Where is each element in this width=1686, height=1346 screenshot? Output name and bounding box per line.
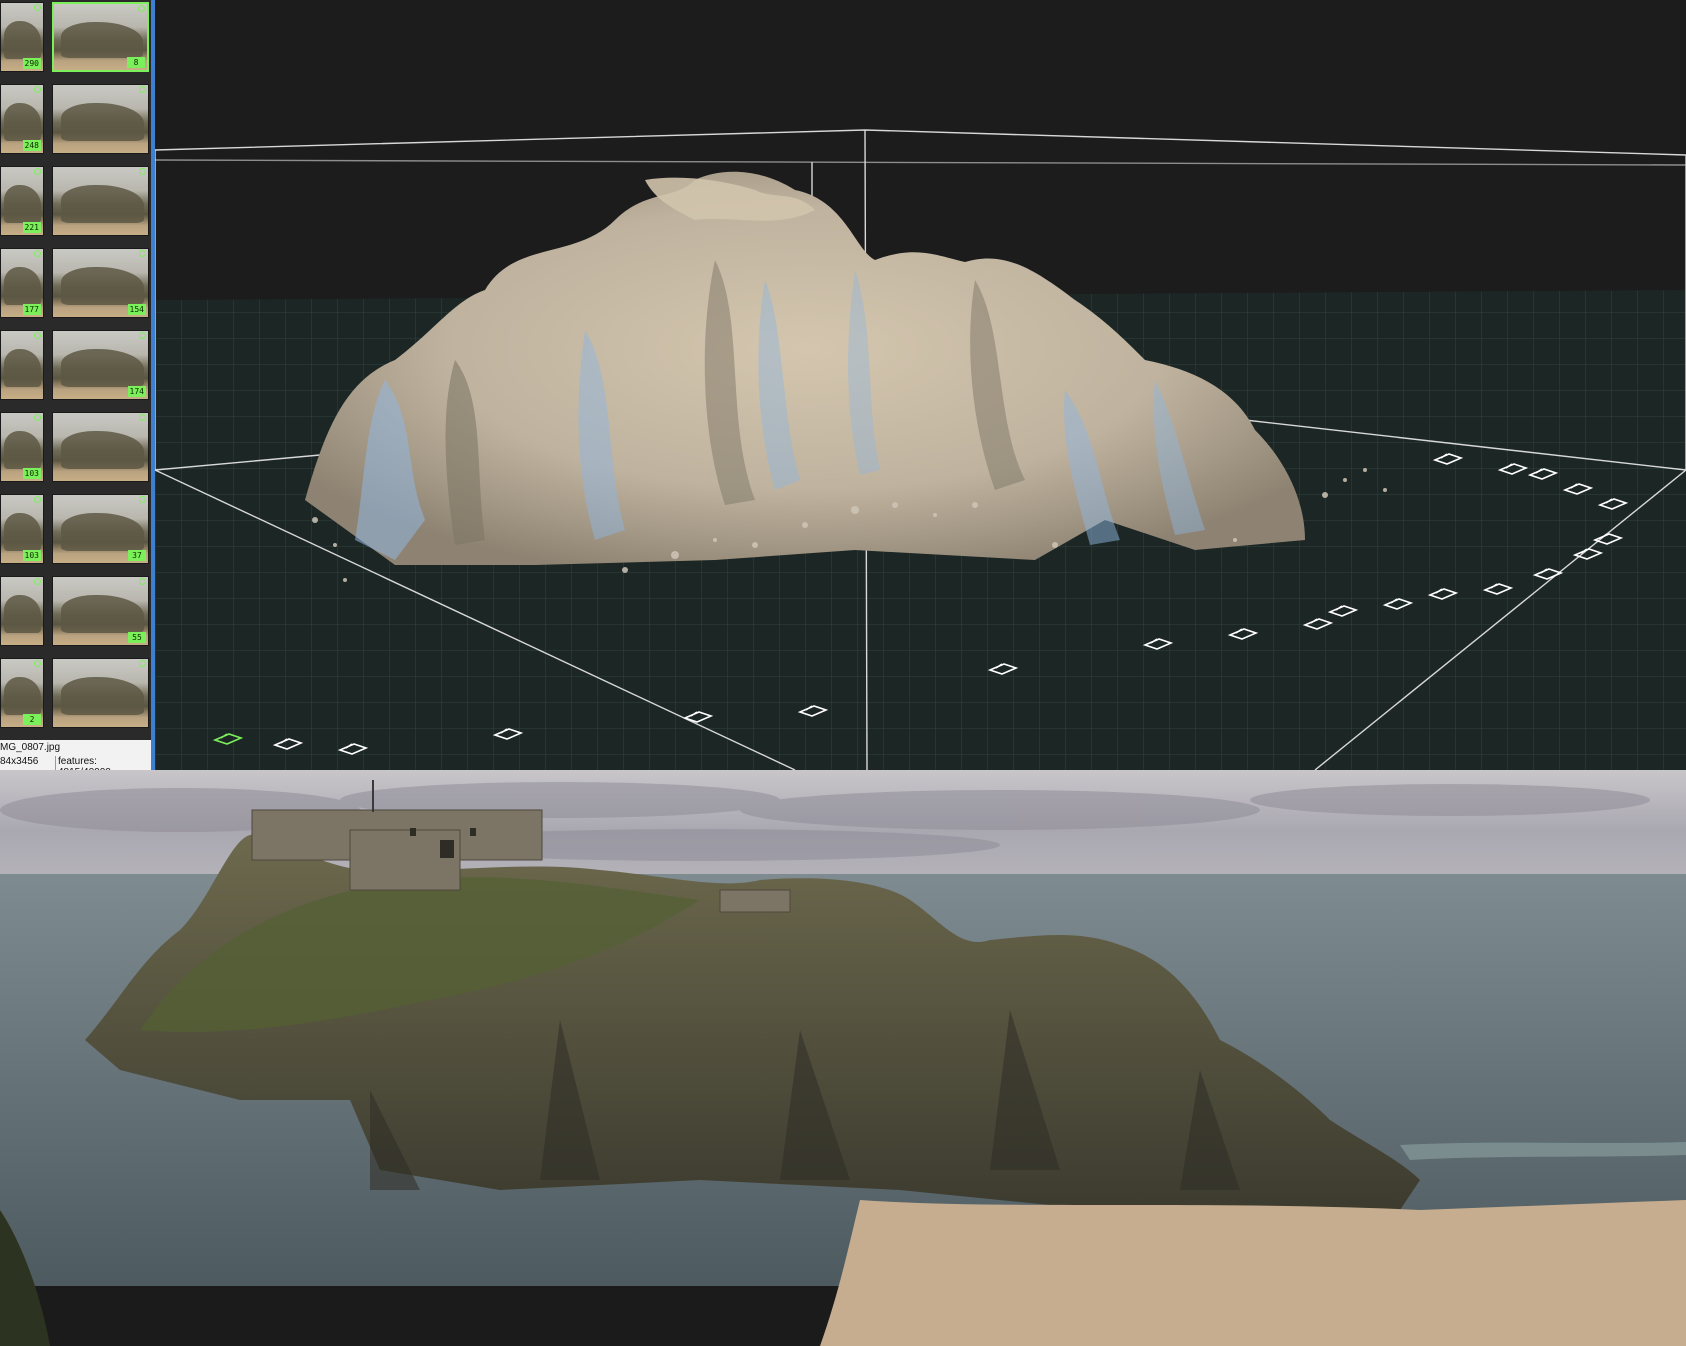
filmstrip-row: 221	[0, 166, 151, 240]
enabled-check-icon[interactable]	[34, 660, 41, 667]
enabled-check-icon[interactable]	[34, 168, 41, 175]
thumbnail-image	[60, 677, 145, 715]
match-count-badge: 103	[22, 468, 41, 479]
thumbnail-image	[60, 595, 145, 633]
filmstrip-row: 103 37	[0, 494, 151, 568]
enabled-check-icon[interactable]	[139, 332, 146, 339]
enabled-check-icon[interactable]	[139, 660, 146, 667]
feature-count: features: 4815/40000	[55, 756, 151, 770]
enabled-check-icon[interactable]	[139, 414, 146, 421]
filmstrip-row: 290 8	[0, 2, 151, 76]
filmstrip-row: 248	[0, 84, 151, 158]
image-thumbnail[interactable]: 8	[52, 2, 149, 72]
enabled-check-icon[interactable]	[139, 578, 146, 585]
filmstrip-row: 55	[0, 576, 151, 650]
match-count-badge: 177	[22, 304, 41, 315]
image-thumbnail[interactable]: 55	[52, 576, 149, 646]
image-filmstrip[interactable]: 290 8 248 221 177 154 174 103 103 37 55 2	[0, 0, 155, 770]
enabled-check-icon[interactable]	[34, 414, 41, 421]
enabled-check-icon[interactable]	[139, 168, 146, 175]
enabled-check-icon[interactable]	[34, 332, 41, 339]
thumbnail-image	[60, 349, 145, 387]
thumbnail-image	[4, 349, 42, 387]
thumbnail-image	[60, 513, 145, 551]
thumbnail-image	[4, 103, 42, 141]
image-thumbnail[interactable]	[52, 412, 149, 482]
thumbnail-image	[4, 21, 42, 59]
filmstrip-row: 2	[0, 658, 151, 732]
filmstrip-row: 177 154	[0, 248, 151, 322]
thumbnail-image	[4, 595, 42, 633]
image-thumbnail[interactable]	[0, 576, 44, 646]
enabled-check-icon[interactable]	[34, 496, 41, 503]
enabled-check-icon[interactable]	[34, 86, 41, 93]
image-dimensions: 84x3456	[0, 756, 39, 767]
thumbnail-image	[4, 677, 42, 715]
file-name: MG_0807.jpg	[0, 742, 61, 753]
image-thumbnail[interactable]: 174	[52, 330, 149, 400]
enabled-check-icon[interactable]	[138, 5, 145, 12]
file-info-panel: MG_0807.jpg 84x3456 features: 4815/40000	[0, 740, 151, 770]
thumbnail-image	[4, 431, 42, 469]
image-thumbnail[interactable]: 37	[52, 494, 149, 564]
thumbnail-image	[61, 21, 144, 59]
image-thumbnail[interactable]	[0, 330, 44, 400]
island-photograph	[0, 770, 1686, 1346]
enabled-check-icon[interactable]	[139, 86, 146, 93]
enabled-check-icon[interactable]	[34, 250, 41, 257]
thumbnail-image	[4, 185, 42, 223]
reference-photo	[0, 770, 1686, 1346]
image-thumbnail[interactable]: 154	[52, 248, 149, 318]
photogrammetry-app: 290 8 248 221 177 154 174 103 103 37 55 2 MG_0807.j…	[0, 0, 1686, 770]
enabled-check-icon[interactable]	[139, 250, 146, 257]
match-count-badge: 103	[22, 550, 41, 561]
match-count-badge: 37	[128, 550, 146, 561]
match-count-badge: 174	[127, 386, 146, 397]
match-count-badge: 2	[23, 714, 41, 725]
enabled-check-icon[interactable]	[34, 578, 41, 585]
image-thumbnail[interactable]	[52, 658, 149, 728]
match-count-badge: 154	[127, 304, 146, 315]
match-count-badge: 55	[128, 632, 146, 643]
match-count-badge: 248	[22, 140, 41, 151]
thumbnail-image	[60, 103, 145, 141]
image-thumbnail[interactable]	[52, 166, 149, 236]
thumbnail-image	[4, 513, 42, 551]
match-count-badge: 221	[22, 222, 41, 233]
filmstrip-row: 103	[0, 412, 151, 486]
filmstrip-row: 174	[0, 330, 151, 404]
thumbnail-image	[4, 267, 42, 305]
beach	[820, 1200, 1686, 1346]
image-thumbnail[interactable]: 290	[0, 2, 44, 72]
image-thumbnail[interactable]: 2	[0, 658, 44, 728]
thumbnail-image	[60, 185, 145, 223]
thumbnail-image	[60, 431, 145, 469]
enabled-check-icon[interactable]	[34, 4, 41, 11]
image-thumbnail[interactable]: 221	[0, 166, 44, 236]
point-cloud-scene[interactable]	[155, 0, 1686, 770]
match-count-badge: 8	[127, 57, 145, 68]
image-thumbnail[interactable]: 103	[0, 412, 44, 482]
image-thumbnail[interactable]: 248	[0, 84, 44, 154]
thumbnail-image	[60, 267, 145, 305]
match-count-badge: 290	[22, 58, 41, 69]
image-thumbnail[interactable]	[52, 84, 149, 154]
enabled-check-icon[interactable]	[139, 496, 146, 503]
image-thumbnail[interactable]: 103	[0, 494, 44, 564]
3d-viewport[interactable]	[155, 0, 1686, 770]
image-thumbnail[interactable]: 177	[0, 248, 44, 318]
